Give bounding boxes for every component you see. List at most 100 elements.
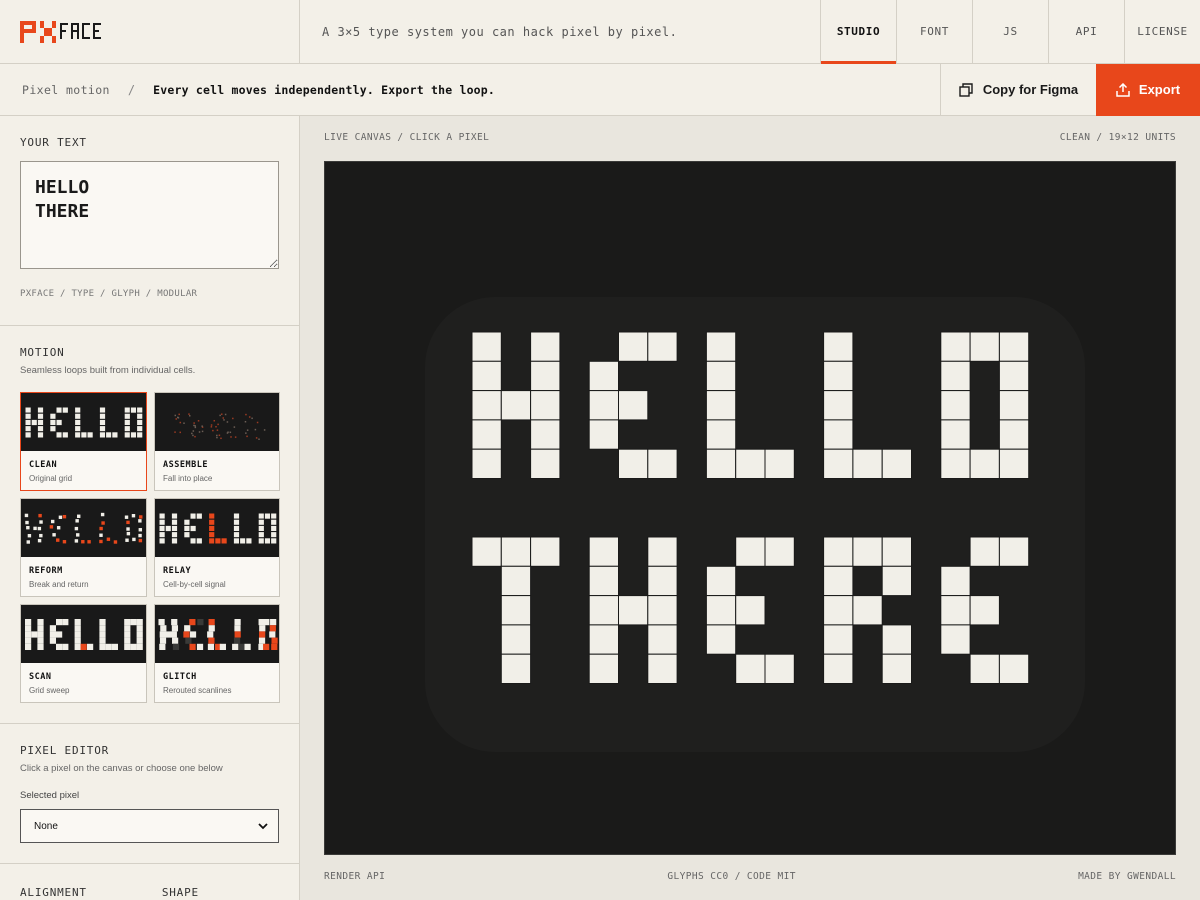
- glyph-pixel[interactable]: [823, 331, 854, 362]
- text-input[interactable]: [20, 161, 279, 269]
- glyph-pixel[interactable]: [969, 448, 1000, 480]
- glyph-pixel[interactable]: [823, 653, 854, 685]
- glyph-pixel[interactable]: [500, 536, 532, 567]
- glyph-pixel[interactable]: [852, 448, 883, 480]
- glyph-pixel[interactable]: [618, 390, 649, 421]
- glyph-pixel[interactable]: [705, 390, 737, 421]
- glyph-pixel[interactable]: [940, 419, 971, 450]
- glyph-pixel[interactable]: [969, 536, 1000, 567]
- glyph-pixel[interactable]: [705, 448, 737, 480]
- glyph-pixel[interactable]: [969, 331, 1000, 362]
- glyph-pixel[interactable]: [588, 595, 620, 626]
- glyph-pixel[interactable]: [471, 448, 502, 480]
- glyph-pixel[interactable]: [500, 624, 532, 655]
- glyph-pixel[interactable]: [852, 536, 883, 567]
- glyph-pixel[interactable]: [500, 595, 532, 626]
- glyph-pixel[interactable]: [735, 536, 766, 567]
- glyph-pixel[interactable]: [998, 653, 1030, 685]
- live-canvas[interactable]: [324, 161, 1176, 855]
- glyph-pixel[interactable]: [705, 360, 737, 392]
- render-api-link[interactable]: RENDER API: [324, 871, 385, 882]
- glyph-pixel[interactable]: [530, 448, 561, 480]
- logo[interactable]: [0, 0, 300, 63]
- glyph-pixel[interactable]: [647, 595, 678, 626]
- motion-card-scan[interactable]: SCAN Grid sweep: [20, 604, 147, 703]
- tab-license[interactable]: LICENSE: [1124, 0, 1200, 63]
- glyph-pixel[interactable]: [823, 595, 854, 626]
- motion-card-clean[interactable]: CLEAN Original grid: [20, 392, 147, 491]
- glyph-pixel[interactable]: [471, 536, 502, 567]
- glyph-pixel[interactable]: [647, 565, 678, 597]
- glyph-pixel[interactable]: [998, 536, 1030, 567]
- glyph-pixel[interactable]: [823, 624, 854, 655]
- glyph-pixel[interactable]: [471, 360, 502, 392]
- glyph-pixel[interactable]: [588, 419, 620, 450]
- glyph-pixel[interactable]: [530, 419, 561, 450]
- glyph-pixel[interactable]: [735, 448, 766, 480]
- glyph-pixel[interactable]: [998, 419, 1030, 450]
- glyph-pixel[interactable]: [500, 653, 532, 685]
- glyph-pixel[interactable]: [969, 653, 1000, 685]
- motion-card-reform[interactable]: REFORM Break and return: [20, 498, 147, 597]
- glyph-pixel[interactable]: [998, 390, 1030, 421]
- glyph-pixel[interactable]: [647, 448, 678, 480]
- glyph-pixel[interactable]: [647, 536, 678, 567]
- glyph-pixel[interactable]: [705, 331, 737, 362]
- glyph-pixel[interactable]: [940, 448, 971, 480]
- glyph-pixel[interactable]: [705, 565, 737, 597]
- motion-card-assemble[interactable]: ASSEMBLE Fall into place: [154, 392, 280, 491]
- glyph-pixel[interactable]: [823, 448, 854, 480]
- glyph-pixel[interactable]: [705, 595, 737, 626]
- glyph-pixel[interactable]: [618, 448, 649, 480]
- glyph-pixel[interactable]: [471, 419, 502, 450]
- glyph-pixel[interactable]: [881, 536, 913, 567]
- glyph-pixel[interactable]: [647, 331, 678, 362]
- glyph-pixel[interactable]: [735, 595, 766, 626]
- glyph-pixel[interactable]: [618, 595, 649, 626]
- selected-pixel-select[interactable]: None: [20, 809, 279, 843]
- credit-link[interactable]: MADE BY GWENDALL: [1078, 871, 1176, 882]
- glyph-pixel[interactable]: [588, 390, 620, 421]
- glyph-pixel[interactable]: [647, 653, 678, 685]
- glyph-pixel[interactable]: [588, 565, 620, 597]
- glyph-pixel[interactable]: [940, 595, 971, 626]
- glyph-pixel[interactable]: [940, 565, 971, 597]
- glyph-pixel[interactable]: [735, 653, 766, 685]
- glyph-pixel[interactable]: [881, 653, 913, 685]
- glyph-pixel[interactable]: [764, 653, 795, 685]
- glyph-pixel[interactable]: [998, 331, 1030, 362]
- tab-studio[interactable]: STUDIO: [820, 0, 896, 64]
- glyph-pixel[interactable]: [764, 448, 795, 480]
- glyph-pixel[interactable]: [471, 331, 502, 362]
- glyph-pixel[interactable]: [530, 536, 561, 567]
- glyph-pixel[interactable]: [705, 624, 737, 655]
- glyph-pixel[interactable]: [998, 448, 1030, 480]
- glyph-pixel[interactable]: [969, 595, 1000, 626]
- glyph-pixel[interactable]: [881, 565, 913, 597]
- glyph-pixel[interactable]: [940, 331, 971, 362]
- glyph-pixel[interactable]: [940, 624, 971, 655]
- glyph-pixel[interactable]: [881, 624, 913, 655]
- copy-for-figma-button[interactable]: Copy for Figma: [940, 64, 1096, 115]
- glyph-pixel[interactable]: [823, 360, 854, 392]
- glyph-pixel[interactable]: [705, 419, 737, 450]
- tab-js[interactable]: JS: [972, 0, 1048, 63]
- glyph-pixel[interactable]: [823, 390, 854, 421]
- glyph-pixel[interactable]: [588, 653, 620, 685]
- tab-font[interactable]: FONT: [896, 0, 972, 63]
- glyph-pixel[interactable]: [647, 624, 678, 655]
- glyph-pixel[interactable]: [530, 360, 561, 392]
- export-button[interactable]: Export: [1096, 63, 1200, 116]
- glyph-pixel[interactable]: [588, 360, 620, 392]
- glyph-pixel[interactable]: [588, 624, 620, 655]
- glyph-pixel[interactable]: [764, 536, 795, 567]
- motion-card-glitch[interactable]: GLITCH Rerouted scanlines: [154, 604, 280, 703]
- glyph-pixel[interactable]: [471, 390, 502, 421]
- glyph-pixel[interactable]: [940, 360, 971, 392]
- glyph-pixel[interactable]: [588, 536, 620, 567]
- motion-card-relay[interactable]: RELAY Cell-by-cell signal: [154, 498, 280, 597]
- glyph-pixel[interactable]: [618, 331, 649, 362]
- glyph-pixel[interactable]: [881, 448, 913, 480]
- tab-api[interactable]: API: [1048, 0, 1124, 63]
- glyph-pixel[interactable]: [530, 390, 561, 421]
